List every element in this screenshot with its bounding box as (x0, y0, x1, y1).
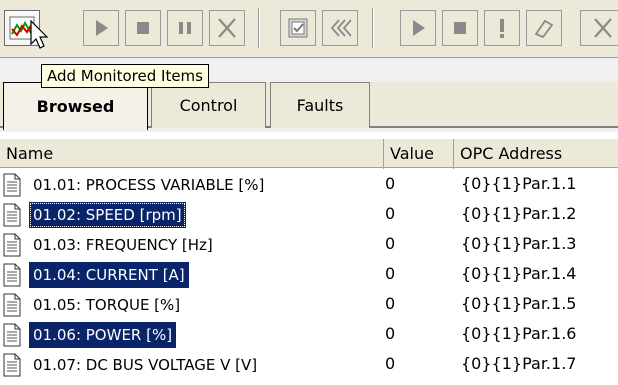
row-value: 0 (385, 264, 396, 283)
row-name-cell[interactable]: 01.04: CURRENT [A] (3, 261, 189, 289)
row-value: 0 (385, 204, 396, 223)
stop-icon (137, 22, 149, 34)
tab-faults[interactable]: Faults (270, 82, 370, 128)
row-name-cell[interactable]: 01.06: POWER [%] (3, 321, 177, 349)
column-header-opc-address[interactable]: OPC Address (454, 139, 618, 169)
rewind-button[interactable] (322, 10, 358, 46)
column-header-name[interactable]: Name (0, 139, 384, 169)
row-name: 01.02: SPEED [rpm] (29, 202, 186, 228)
pause-button[interactable] (167, 10, 203, 46)
row-name-cell[interactable]: 01.02: SPEED [rpm] (3, 201, 186, 229)
table-row[interactable]: 01.06: POWER [%] 0 {0}{1}Par.1.6 (0, 319, 618, 349)
tab-label: Control (179, 96, 238, 115)
row-name: 01.04: CURRENT [A] (29, 262, 189, 288)
column-header-value[interactable]: Value (384, 139, 454, 169)
list-header: Name Value OPC Address (0, 138, 618, 169)
row-name-cell[interactable]: 01.07: DC BUS VOLTAGE V [V] (3, 351, 261, 379)
toolbar (0, 0, 618, 58)
table-row[interactable]: 01.07: DC BUS VOLTAGE V [V] 0 {0}{1}Par.1.… (0, 349, 618, 379)
tab-strip: Browsed Control Faults (0, 82, 618, 130)
row-opc-address: {0}{1}Par.1.3 (461, 234, 577, 253)
row-value: 0 (385, 234, 396, 253)
pause-icon (179, 22, 191, 34)
tab-browsed[interactable]: Browsed (3, 82, 148, 130)
x-icon (593, 18, 612, 38)
stop-button[interactable] (125, 10, 161, 46)
table-row[interactable]: 01.05: TORQUE [%] 0 {0}{1}Par.1.5 (0, 289, 618, 319)
stop-icon (454, 22, 466, 34)
x-icon (218, 18, 236, 38)
table-row[interactable]: 01.03: FREQUENCY [Hz] 0 {0}{1}Par.1.3 (0, 229, 618, 259)
toolbar-separator (372, 8, 374, 48)
play-button[interactable] (83, 10, 119, 46)
row-name: 01.03: FREQUENCY [Hz] (33, 236, 213, 254)
table-row[interactable]: 01.01: PROCESS VARIABLE [%] 0 {0}{1}Par.1.… (0, 169, 618, 199)
document-icon (3, 263, 21, 287)
document-icon (3, 293, 21, 317)
double-chevron-left-icon (330, 19, 352, 37)
document-icon (3, 203, 21, 227)
stop-run-button[interactable] (442, 10, 478, 46)
tab-control[interactable]: Control (151, 82, 266, 128)
table-row[interactable]: 01.04: CURRENT [A] 0 {0}{1}Par.1.4 (0, 259, 618, 289)
run-button[interactable] (400, 10, 436, 46)
table-row[interactable]: 01.02: SPEED [rpm] 0 {0}{1}Par.1.2 (0, 199, 618, 229)
row-value: 0 (385, 174, 396, 193)
row-name: 01.05: TORQUE [%] (33, 296, 181, 314)
eraser-icon (534, 19, 554, 39)
document-icon (3, 323, 21, 347)
erase-button[interactable] (526, 10, 562, 46)
row-name-cell[interactable]: 01.03: FREQUENCY [Hz] (3, 231, 217, 259)
play-icon (413, 20, 425, 36)
row-value: 0 (385, 324, 396, 343)
document-icon (3, 173, 21, 197)
row-name-cell[interactable]: 01.05: TORQUE [%] (3, 291, 184, 319)
tooltip: Add Monitored Items (41, 64, 209, 88)
row-opc-address: {0}{1}Par.1.1 (461, 174, 577, 193)
close-button[interactable] (580, 10, 618, 46)
items-list[interactable]: Name Value OPC Address 01.01: PROCESS VA… (0, 132, 618, 385)
document-icon (3, 353, 21, 377)
mouse-cursor-icon (30, 20, 49, 49)
row-name: 01.06: POWER [%] (29, 322, 177, 348)
row-value: 0 (385, 294, 396, 313)
document-icon (3, 233, 21, 257)
row-opc-address: {0}{1}Par.1.6 (461, 324, 577, 343)
properties-icon (288, 18, 308, 38)
properties-button[interactable] (280, 10, 316, 46)
row-name: 01.07: DC BUS VOLTAGE V [V] (33, 356, 258, 374)
row-opc-address: {0}{1}Par.1.5 (461, 294, 577, 313)
row-opc-address: {0}{1}Par.1.7 (461, 354, 577, 373)
row-value: 0 (385, 354, 396, 373)
tab-label: Browsed (36, 97, 115, 116)
row-name-cell[interactable]: 01.01: PROCESS VARIABLE [%] (3, 171, 268, 199)
fault-button[interactable] (484, 10, 520, 46)
toolbar-separator (258, 8, 260, 48)
row-opc-address: {0}{1}Par.1.2 (461, 204, 577, 223)
play-icon (96, 20, 108, 36)
tab-label: Faults (296, 96, 344, 115)
row-opc-address: {0}{1}Par.1.4 (461, 264, 577, 283)
remove-button[interactable] (209, 10, 245, 46)
row-name: 01.01: PROCESS VARIABLE [%] (33, 176, 265, 194)
exclamation-icon (500, 19, 504, 38)
